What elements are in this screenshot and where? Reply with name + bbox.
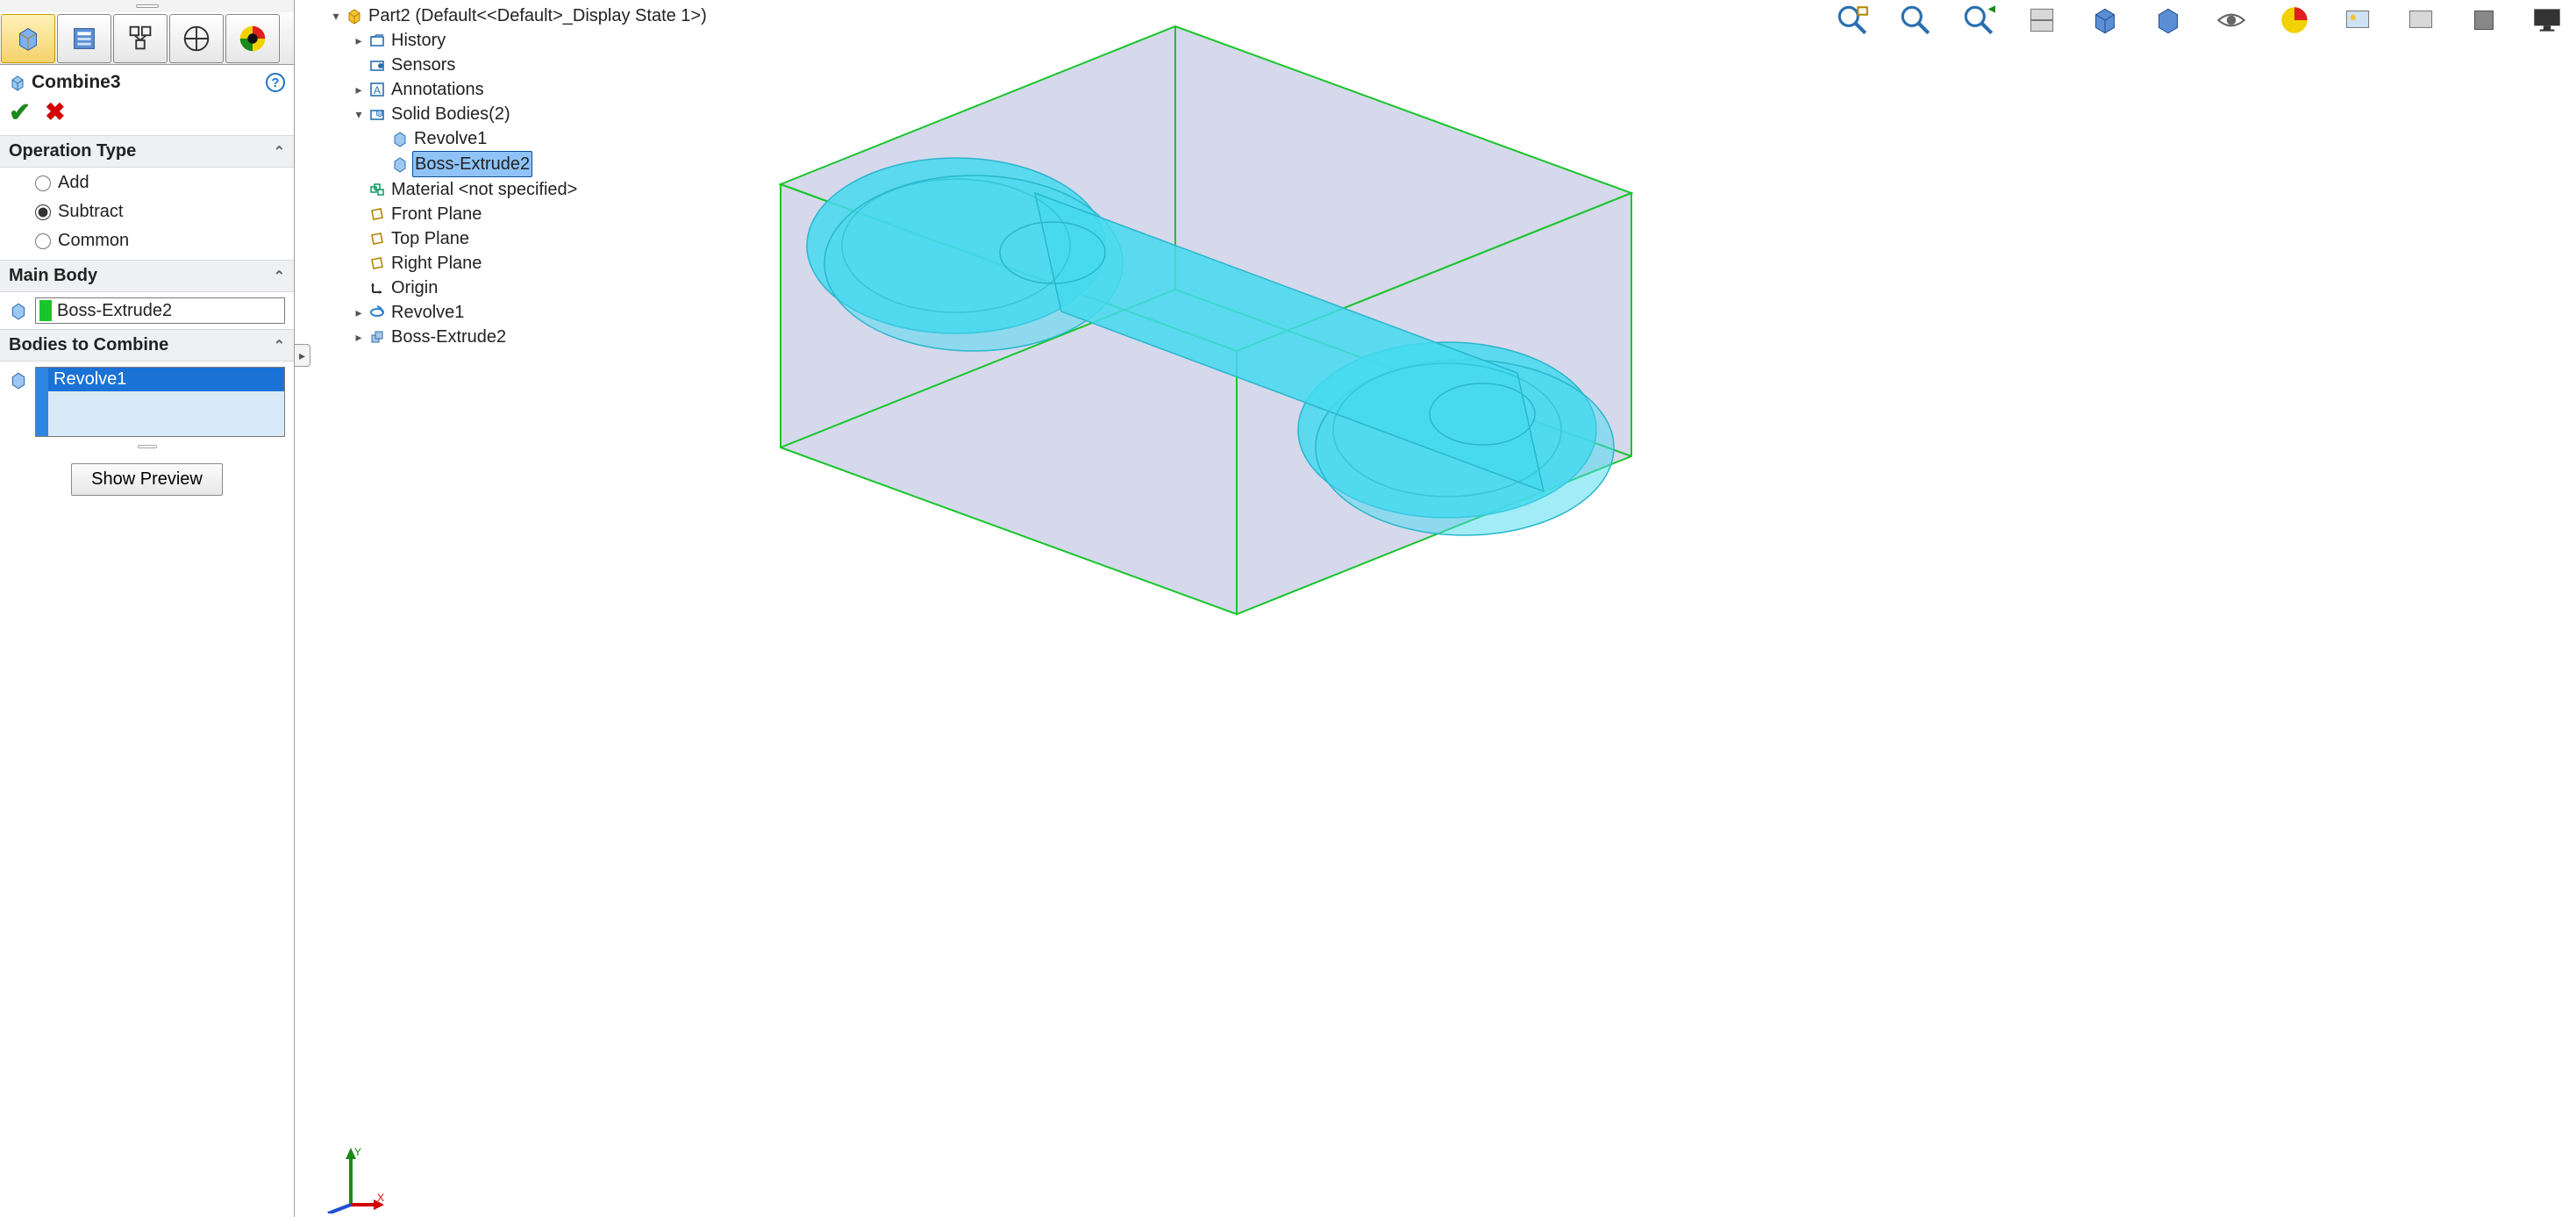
extrude-icon xyxy=(368,328,386,346)
body-icon xyxy=(391,155,409,173)
bodies-row: Revolve1 xyxy=(0,362,294,442)
help-icon[interactable]: ? xyxy=(266,73,285,92)
bodies-to-combine-header[interactable]: Bodies to Combine ⌃ xyxy=(0,329,294,362)
bodies-item-0[interactable]: Revolve1 xyxy=(48,368,284,391)
tab-dimxpert[interactable] xyxy=(169,14,224,63)
radio-subtract[interactable]: Subtract xyxy=(35,202,285,222)
svg-text:Y: Y xyxy=(354,1146,361,1158)
plane-icon xyxy=(368,230,386,247)
tab-configurationmanager[interactable] xyxy=(113,14,168,63)
ok-cancel-row: ✔ ✖ xyxy=(0,95,294,135)
solidbodies-icon xyxy=(368,105,386,123)
main-body-field[interactable]: Boss-Extrude2 xyxy=(35,297,285,324)
list-gripper[interactable] xyxy=(0,442,294,451)
property-manager-panel: Combine3 ? ✔ ✖ Operation Type ⌃ Add Subt… xyxy=(0,0,295,1217)
radio-add[interactable]: Add xyxy=(35,173,285,193)
bodies-label: Bodies to Combine xyxy=(9,335,168,355)
view-triad[interactable]: Y X xyxy=(316,1143,386,1213)
body-icon xyxy=(9,370,28,390)
plane-icon xyxy=(368,254,386,272)
graphics-viewport[interactable] xyxy=(614,9,2576,1217)
main-body-header[interactable]: Main Body ⌃ xyxy=(0,260,294,292)
folder-icon xyxy=(368,32,386,49)
main-body-value: Boss-Extrude2 xyxy=(57,301,172,321)
body-color-swatch xyxy=(39,300,52,321)
chevron-up-icon: ⌃ xyxy=(274,268,285,285)
plane-icon xyxy=(368,205,386,223)
tab-appearance[interactable] xyxy=(225,14,280,63)
part-icon xyxy=(346,7,363,25)
operation-type-label: Operation Type xyxy=(9,141,136,161)
origin-icon xyxy=(368,279,386,297)
body-icon xyxy=(9,301,28,320)
panel-tabs xyxy=(0,12,294,65)
tab-featuremanager[interactable] xyxy=(1,14,55,63)
radio-common[interactable]: Common xyxy=(35,231,285,251)
ok-button[interactable]: ✔ xyxy=(9,100,31,126)
annotations-icon: A xyxy=(368,81,386,98)
feature-title-row: Combine3 ? xyxy=(0,65,294,95)
main-body-label: Main Body xyxy=(9,266,97,286)
main-body-row: Boss-Extrude2 xyxy=(0,292,294,329)
combine-icon xyxy=(9,74,26,91)
revolve-icon xyxy=(368,304,386,321)
bodies-listbox[interactable]: Revolve1 xyxy=(35,367,285,437)
operation-type-header[interactable]: Operation Type ⌃ xyxy=(0,135,294,168)
list-swatch xyxy=(36,368,48,436)
chevron-up-icon: ⌃ xyxy=(274,337,285,354)
operation-type-group: Add Subtract Common xyxy=(0,168,294,260)
cancel-button[interactable]: ✖ xyxy=(45,100,65,126)
feature-name: Combine3 xyxy=(32,72,121,93)
svg-text:X: X xyxy=(377,1192,384,1204)
chevron-up-icon: ⌃ xyxy=(274,143,285,161)
svg-text:A: A xyxy=(374,84,381,97)
panel-gripper-top[interactable] xyxy=(0,0,294,12)
show-preview-button[interactable]: Show Preview xyxy=(71,463,223,496)
sensor-icon xyxy=(368,56,386,74)
body-icon xyxy=(391,130,409,147)
material-icon xyxy=(368,181,386,198)
tab-propertymanager[interactable] xyxy=(57,14,111,63)
